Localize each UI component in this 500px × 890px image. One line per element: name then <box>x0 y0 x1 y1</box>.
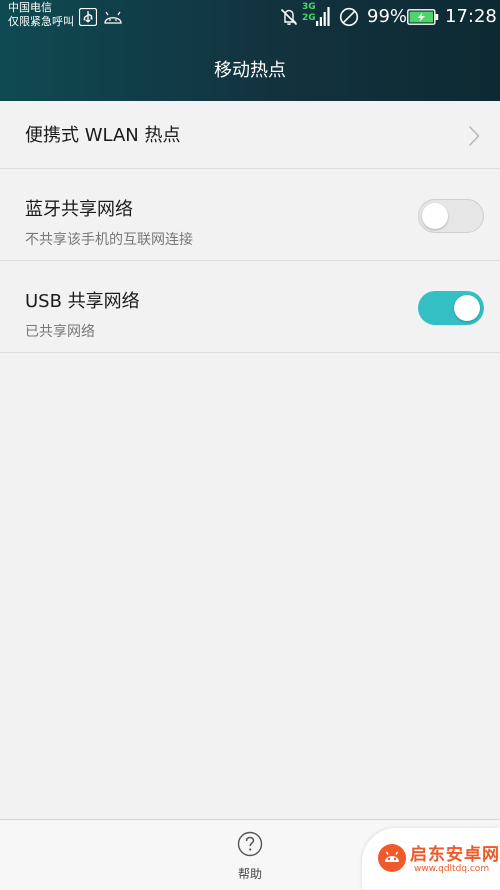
battery-charging-icon <box>407 9 439 25</box>
settings-list: 便携式 WLAN 热点 蓝牙共享网络 不共享该手机的互联网连接 USB 共享网络… <box>0 101 500 353</box>
carrier-name: 中国电信 <box>8 1 52 14</box>
battery-percent: 99% <box>367 6 408 27</box>
setting-title: 便携式 WLAN 热点 <box>25 125 181 146</box>
chevron-right-icon <box>468 125 480 147</box>
toggle-knob <box>422 203 448 229</box>
setting-subtitle: 不共享该手机的互联网连接 <box>25 232 193 248</box>
network-3g-label: 3G <box>302 2 316 12</box>
watermark-name: 启东安卓网 <box>410 845 500 865</box>
carrier-status: 仅限紧急呼叫 <box>8 15 74 28</box>
toggle-knob <box>454 295 480 321</box>
network-2g-label: 2G <box>302 13 316 23</box>
network-type: 3G 2G <box>302 2 316 24</box>
page-title: 移动热点 <box>214 59 286 81</box>
android-debug-icon <box>104 11 122 24</box>
mute-icon <box>280 8 298 26</box>
setting-subtitle: 已共享网络 <box>25 324 95 340</box>
do-not-disturb-icon <box>339 7 359 27</box>
header: 中国电信 仅限紧急呼叫 3G 2G 99% 17:28 移动热点 <box>0 0 500 101</box>
usb-icon <box>79 8 97 26</box>
clock: 17:28 <box>445 6 497 27</box>
setting-title: USB 共享网络 <box>25 291 140 312</box>
setting-wlan-hotspot[interactable]: 便携式 WLAN 热点 <box>0 101 500 169</box>
help-button[interactable]: 帮助 <box>222 828 278 886</box>
watermark-logo-icon <box>378 844 406 872</box>
bluetooth-tethering-toggle[interactable] <box>418 199 484 233</box>
watermark: 启东安卓网 www.qdltdq.com <box>362 828 500 889</box>
status-bar: 中国电信 仅限紧急呼叫 3G 2G 99% 17:28 <box>0 0 500 36</box>
usb-tethering-toggle[interactable] <box>418 291 484 325</box>
signal-icon <box>316 7 330 26</box>
carrier-info: 中国电信 仅限紧急呼叫 <box>8 1 74 29</box>
watermark-url: www.qdltdq.com <box>414 864 490 874</box>
setting-title: 蓝牙共享网络 <box>25 199 133 220</box>
help-icon <box>237 831 263 857</box>
setting-bluetooth-tethering[interactable]: 蓝牙共享网络 不共享该手机的互联网连接 <box>0 169 500 261</box>
setting-usb-tethering[interactable]: USB 共享网络 已共享网络 <box>0 261 500 353</box>
title-bar: 移动热点 <box>0 36 500 101</box>
help-label: 帮助 <box>237 867 262 881</box>
